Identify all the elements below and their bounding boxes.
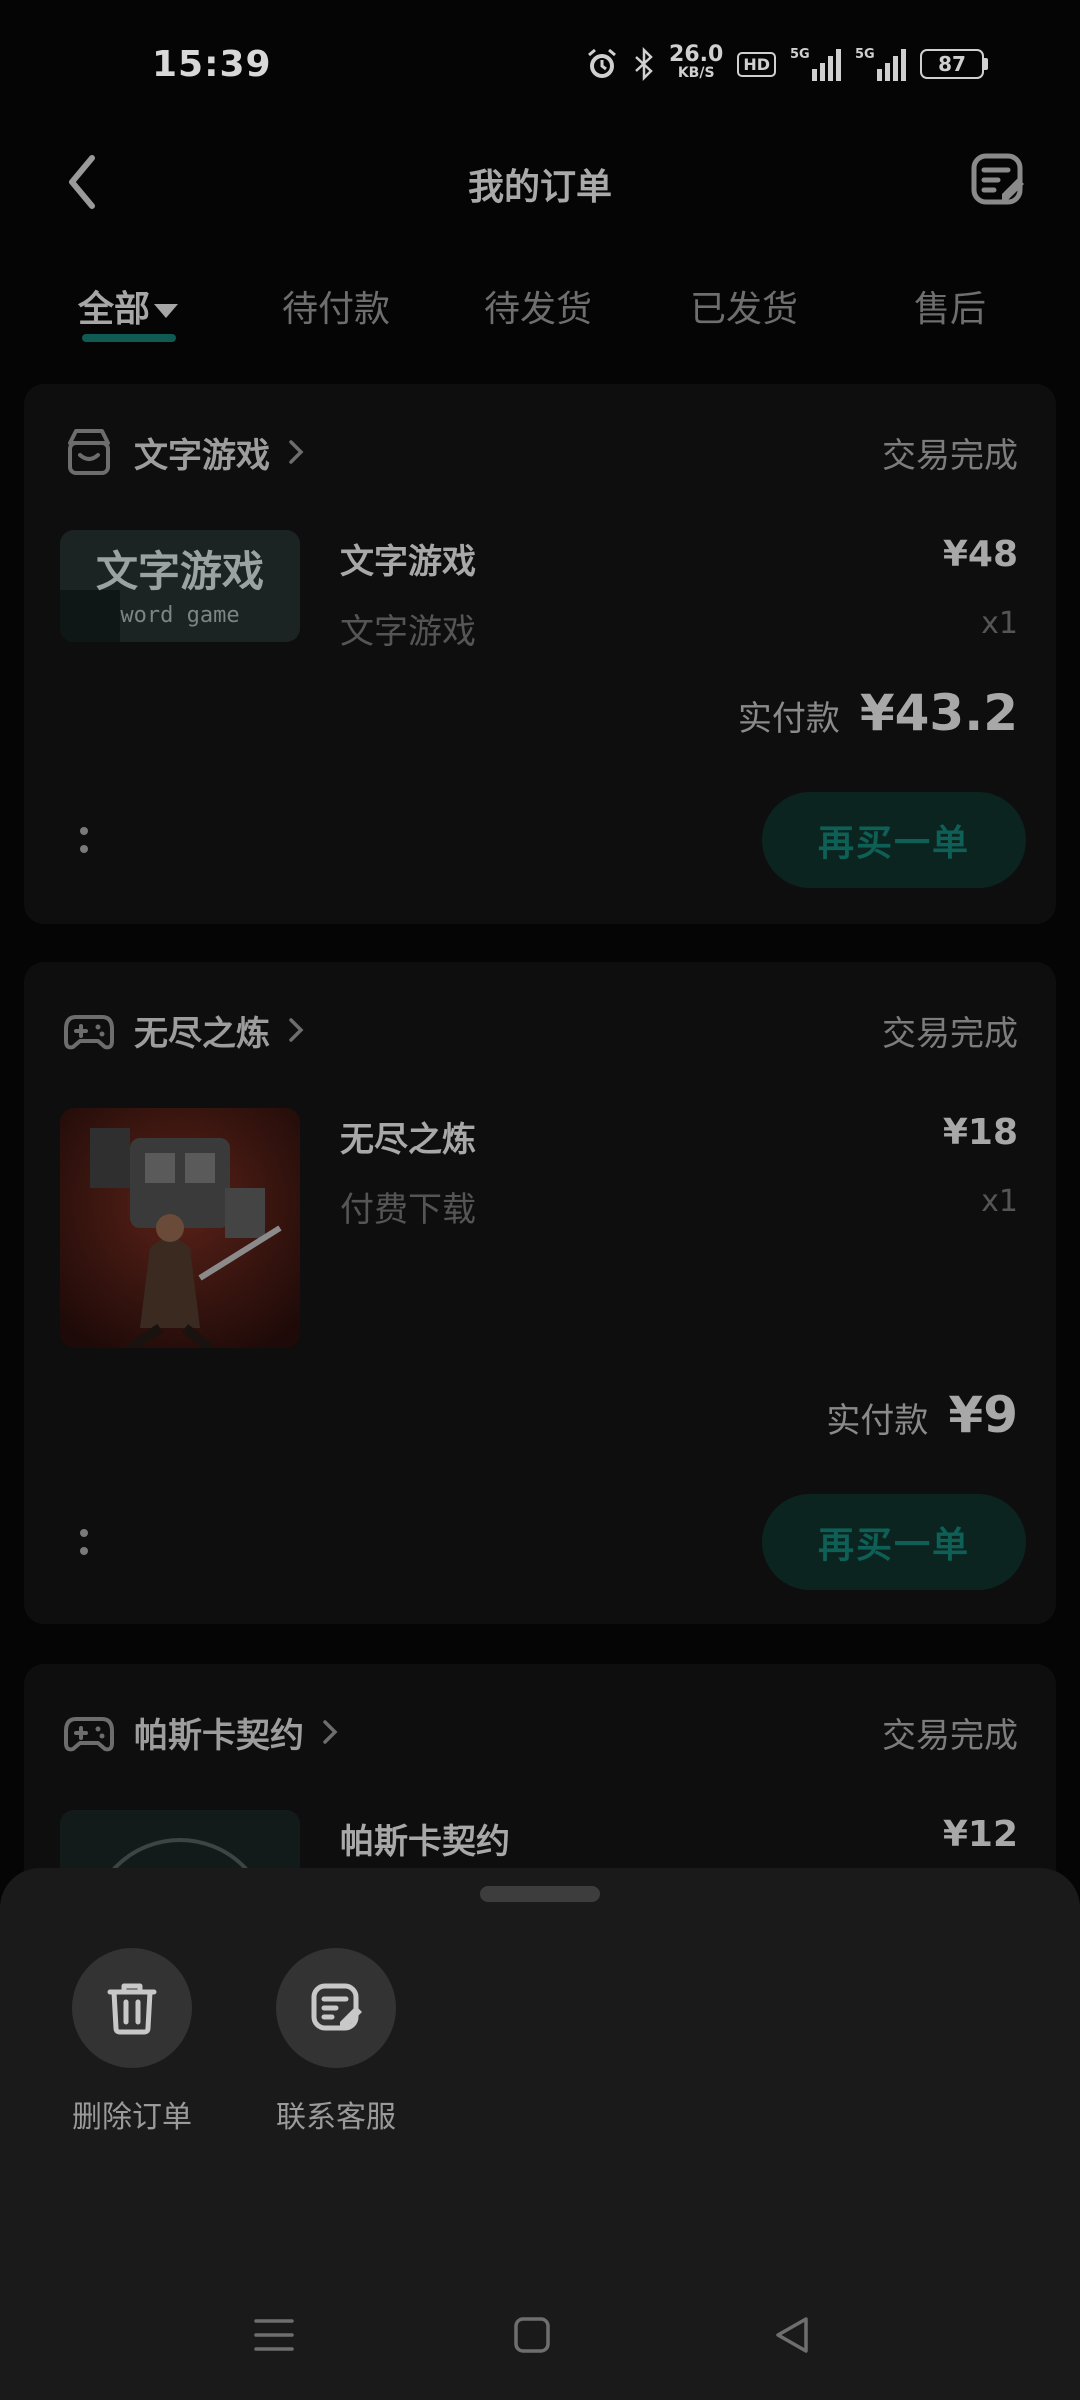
trash-icon — [107, 1983, 157, 2035]
tab-shipped[interactable]: 已发货 — [690, 280, 798, 332]
svg-text:word game: word game — [120, 603, 239, 628]
svg-text:文字游戏: 文字游戏 — [96, 547, 264, 596]
product-price: ¥18 — [942, 1112, 1018, 1153]
more-options-button[interactable] — [74, 820, 94, 860]
paid-label: 实付款 — [826, 1401, 929, 1441]
bluetooth-icon — [635, 47, 653, 81]
store-icon — [68, 429, 110, 475]
order-card[interactable]: 文字游戏 交易完成 文字游戏 word game 文字游戏 文字游戏 ¥48 x… — [24, 384, 1056, 924]
header: 我的订单 — [0, 130, 1080, 230]
more-options-button[interactable] — [74, 1522, 94, 1562]
delete-order-button[interactable]: 删除订单 — [62, 1948, 202, 2136]
product-quantity: x1 — [981, 606, 1018, 641]
sheet-grabber[interactable] — [480, 1886, 600, 1902]
paid-amount: 实付款 ¥9 — [826, 1386, 1018, 1444]
service-edit-icon — [971, 153, 1024, 205]
tab-after-sales[interactable]: 售后 — [914, 280, 986, 332]
tab-pending-shipment[interactable]: 待发货 — [484, 280, 592, 332]
word-game-logo: 文字游戏 word game — [60, 530, 300, 642]
store-link[interactable]: 无尽之炼 — [62, 1000, 304, 1060]
store-name: 无尽之炼 — [134, 1013, 270, 1054]
dropdown-caret-icon — [154, 304, 179, 318]
home-square-icon — [514, 2317, 550, 2353]
product-price: ¥48 — [942, 534, 1018, 575]
system-navigation-bar — [0, 2270, 1080, 2400]
alarm-icon — [588, 48, 617, 78]
delete-order-label: 删除订单 — [72, 2100, 192, 2135]
order-status: 交易完成 — [882, 1014, 1018, 1054]
product-name: 文字游戏 — [340, 542, 476, 582]
order-status: 交易完成 — [882, 436, 1018, 476]
hd-badge: HD — [737, 51, 776, 77]
store-name: 帕斯卡契约 — [134, 1715, 304, 1756]
gamepad-icon — [64, 1717, 114, 1752]
contact-service-button[interactable]: 联系客服 — [266, 1948, 406, 2136]
battery-level: 87 — [920, 49, 984, 79]
chevron-right-icon — [289, 440, 304, 464]
customer-service-button[interactable] — [968, 150, 1028, 210]
recent-apps-button[interactable] — [244, 2310, 304, 2360]
contact-service-label: 联系客服 — [276, 2100, 396, 2135]
home-button[interactable] — [502, 2310, 562, 2360]
network-speed: 26.0 KB/S — [669, 42, 724, 82]
chevron-right-icon — [289, 1018, 304, 1042]
product-thumbnail[interactable]: 文字游戏 word game — [60, 530, 300, 642]
back-nav-button[interactable] — [762, 2310, 822, 2360]
product-price: ¥12 — [942, 1814, 1018, 1855]
service-edit-icon — [311, 1983, 362, 2031]
store-link[interactable]: 帕斯卡契约 — [62, 1702, 338, 1762]
product-quantity: x1 — [981, 1184, 1018, 1219]
store-name: 文字游戏 — [134, 435, 270, 476]
paid-value: ¥9 — [948, 1386, 1018, 1444]
product-subtitle: 付费下载 — [340, 1190, 476, 1230]
status-bar: 15:39 26.0 KB/S HD 5G 5G 87 — [0, 0, 1080, 130]
order-status: 交易完成 — [882, 1716, 1018, 1756]
game-artwork — [60, 1108, 300, 1348]
menu-icon — [254, 2319, 294, 2351]
product-name: 帕斯卡契约 — [340, 1822, 510, 1862]
paid-label: 实付款 — [737, 699, 840, 739]
signal-icon-sim1: 5G — [790, 47, 841, 81]
order-card[interactable]: 无尽之炼 交易完成 无尽之炼 付费下载 ¥18 x1 实付款 ¥9 再买一单 — [24, 962, 1056, 1624]
chevron-right-icon — [323, 1720, 338, 1744]
product-name: 无尽之炼 — [340, 1120, 476, 1160]
buy-again-button[interactable]: 再买一单 — [762, 792, 1026, 888]
status-time: 15:39 — [152, 44, 272, 85]
order-tabs: 全部 待付款 待发货 已发货 售后 — [0, 280, 1080, 342]
battery-icon: 87 — [920, 49, 988, 79]
paid-amount: 实付款 ¥43.2 — [738, 684, 1018, 742]
tab-active-indicator — [82, 334, 176, 342]
tab-all[interactable]: 全部 — [78, 280, 179, 342]
bottom-sheet: 删除订单 联系客服 — [0, 1868, 1080, 2400]
page-title: 我的订单 — [467, 167, 612, 208]
paid-value: ¥43.2 — [859, 684, 1018, 742]
buy-again-button[interactable]: 再买一单 — [762, 1494, 1026, 1590]
product-subtitle: 文字游戏 — [340, 612, 476, 652]
gamepad-icon — [64, 1015, 114, 1050]
back-triangle-icon — [776, 2317, 808, 2353]
signal-icon-sim2: 5G — [855, 47, 906, 81]
tab-pending-payment[interactable]: 待付款 — [282, 280, 390, 332]
store-link[interactable]: 文字游戏 — [62, 422, 304, 482]
status-icons: 26.0 KB/S HD 5G 5G 87 — [585, 42, 988, 82]
product-thumbnail[interactable] — [60, 1108, 300, 1348]
